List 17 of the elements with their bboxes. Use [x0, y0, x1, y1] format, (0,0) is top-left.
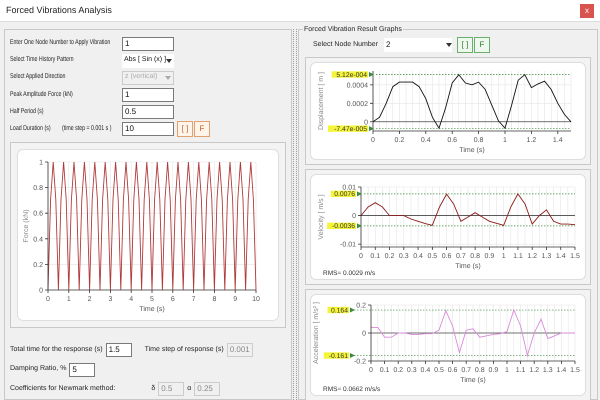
small-button[interactable]: F — [194, 120, 210, 137]
caret-icon — [166, 58, 172, 63]
input-field[interactable]: 1.5 — [106, 343, 132, 358]
small-button[interactable]: [ ] — [177, 120, 193, 137]
small-button[interactable]: F — [474, 37, 490, 53]
input-field[interactable]: 1 — [122, 36, 174, 51]
close-button[interactable]: x — [580, 4, 594, 18]
input-field[interactable]: 0.5 — [122, 104, 174, 119]
caret-icon — [165, 76, 171, 80]
dropdown[interactable]: 2 — [384, 38, 452, 52]
input-field[interactable]: 1 — [122, 88, 174, 102]
caret-icon — [446, 43, 452, 47]
small-button[interactable]: [ ] — [456, 37, 473, 53]
input-field[interactable]: 10 — [122, 122, 174, 136]
input-field[interactable]: 5 — [69, 362, 96, 377]
marker-icon — [369, 72, 374, 77]
window-title: Forced Vibrations Analysis — [6, 4, 112, 17]
